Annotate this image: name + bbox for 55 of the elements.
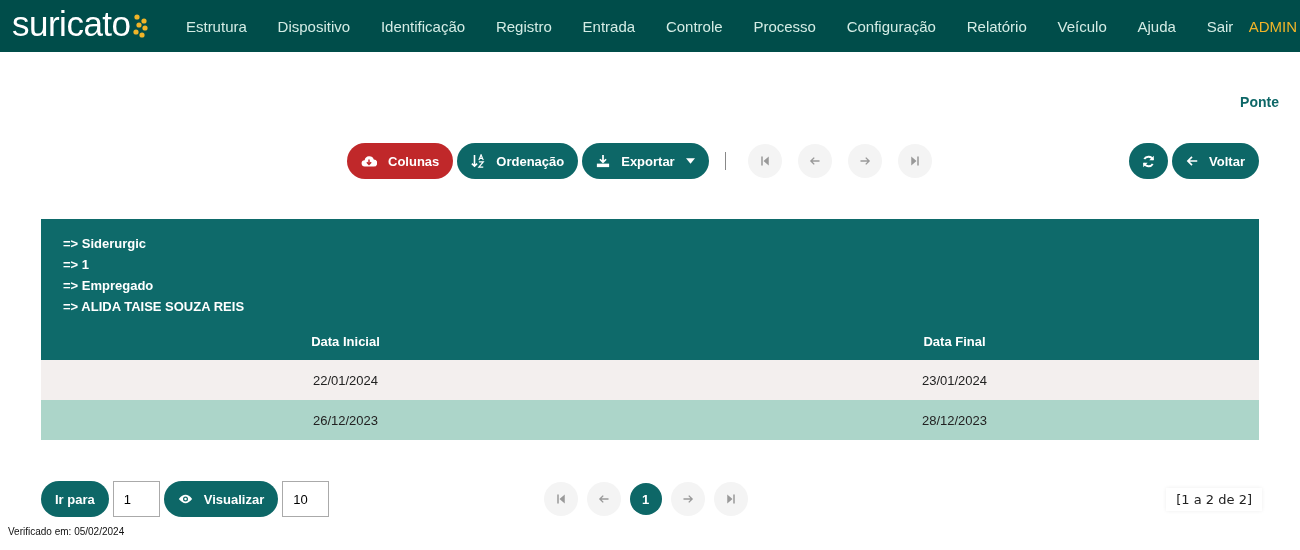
sort-icon: [471, 154, 486, 168]
back-button[interactable]: Voltar: [1172, 143, 1259, 179]
refresh-button[interactable]: [1129, 143, 1169, 179]
page-button[interactable]: 1: [629, 483, 662, 515]
skip-first-icon: [758, 155, 771, 167]
menu-item[interactable]: Entrada: [567, 17, 651, 35]
eye-icon: [177, 493, 193, 505]
menu-item[interactable]: Dispositivo: [262, 17, 366, 35]
menu-item[interactable]: Veículo: [1042, 17, 1123, 35]
skip-last-icon: [724, 493, 737, 505]
menu-item[interactable]: Controle: [650, 17, 738, 35]
table-row[interactable]: 22/01/2024 23/01/2024: [41, 360, 1259, 400]
group-label: => Empregado: [63, 277, 155, 295]
menu-item[interactable]: Registro: [480, 17, 568, 35]
menu-item[interactable]: Sair: [1191, 17, 1249, 35]
column-header: Data Final: [922, 334, 987, 349]
menu-item[interactable]: Processo: [738, 17, 832, 35]
download-icon: [596, 154, 611, 168]
logo-text: suricato: [12, 6, 131, 45]
page-size-field[interactable]: 10: [282, 481, 330, 517]
sort-button[interactable]: Ordenação: [457, 143, 579, 179]
menu-item[interactable]: Ajuda: [1122, 17, 1192, 35]
column-header: Data Inicial: [310, 334, 381, 349]
table-cell-text: 26/12/2023: [311, 412, 380, 428]
skip-last-icon: [908, 155, 921, 167]
table-cell-text: 23/01/2024: [920, 372, 989, 388]
user-link[interactable]: ADMIN: [1248, 17, 1298, 35]
logo-dots-icon: [132, 13, 149, 39]
arrow-right-icon: [858, 155, 871, 167]
table-row[interactable]: 26/12/2023 28/12/2023: [41, 400, 1259, 440]
group-label: => 1: [63, 256, 91, 274]
menu-item[interactable]: Configuração: [831, 17, 952, 35]
arrow-right-icon: [681, 493, 694, 505]
page-title: Ponte: [1240, 94, 1279, 110]
group-label: => Siderurgic: [63, 235, 148, 253]
arrow-left-icon: [808, 155, 821, 167]
go-to-button[interactable]: Ir para: [41, 481, 109, 517]
arrow-left-icon: [597, 493, 610, 505]
menu-item[interactable]: Relatório: [951, 17, 1043, 35]
verified-date-text: Verificado em: 05/02/2024: [8, 526, 126, 537]
menu-item[interactable]: Identificação: [365, 17, 481, 35]
table-cell-text: 28/12/2023: [920, 412, 989, 428]
view-button[interactable]: Visualizar: [163, 481, 279, 517]
page-range-label: [1 a 2 de 2]: [1166, 487, 1262, 511]
caret-down-icon: [685, 158, 695, 164]
cloud-download-icon: [361, 154, 377, 168]
table-cell-text: 22/01/2024: [311, 372, 380, 388]
group-label: => ALIDA TAISE SOUZA REIS: [63, 298, 246, 316]
refresh-icon: [1142, 154, 1156, 168]
export-button[interactable]: Exportar: [582, 143, 709, 179]
menu-item[interactable]: Estrutura: [170, 17, 263, 35]
columns-button[interactable]: Colunas: [347, 143, 454, 179]
skip-first-icon: [554, 493, 567, 505]
page-number-field[interactable]: 1: [112, 481, 160, 517]
arrow-left-icon: [1186, 155, 1199, 167]
